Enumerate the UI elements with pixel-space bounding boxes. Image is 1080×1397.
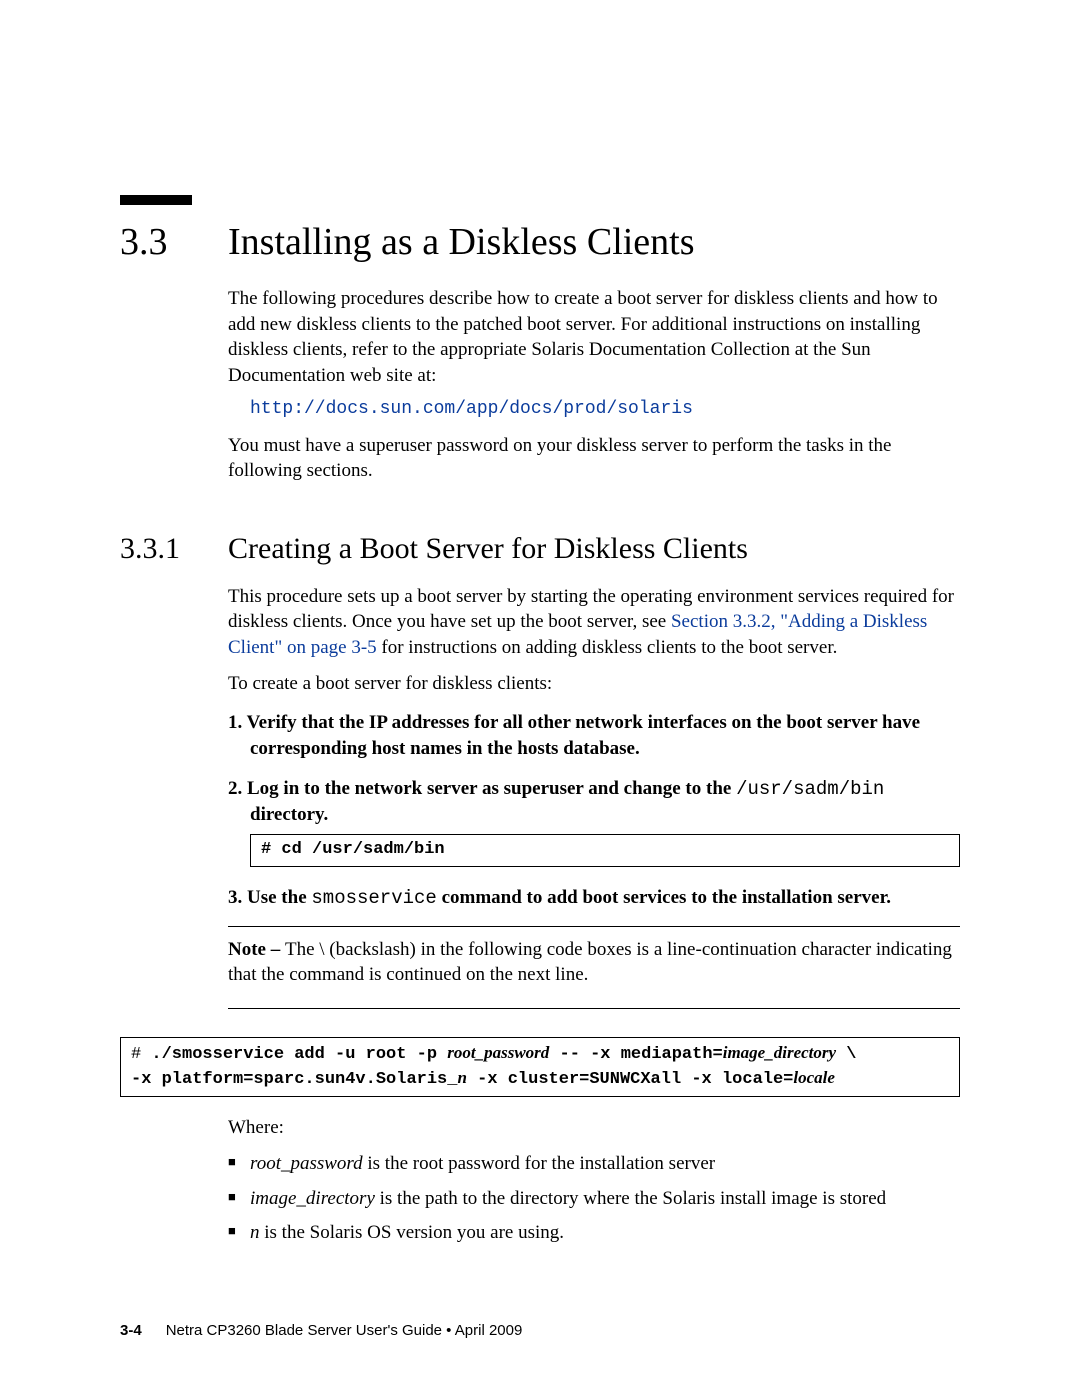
subsection-number: 3.3.1 xyxy=(120,532,228,566)
code2-var-locale: locale xyxy=(793,1068,835,1087)
section-heading: 3.3 Installing as a Diskless Clients xyxy=(120,220,960,264)
step-1-number: 1. xyxy=(228,712,242,733)
documentation-url-link[interactable]: http://docs.sun.com/app/docs/prod/solari… xyxy=(250,399,960,419)
footer-text: Netra CP3260 Blade Server User's Guide •… xyxy=(166,1322,523,1339)
code-box-smosservice: # ./smosservice add -u root -p root_pass… xyxy=(120,1037,960,1097)
subsection-title: Creating a Boot Server for Diskless Clie… xyxy=(228,532,748,566)
intro-paragraph-1: The following procedures describe how to… xyxy=(228,286,960,389)
code2-l1c: \ xyxy=(836,1045,856,1064)
code2-l2a: -x platform=sparc.sun4v.Solaris_ xyxy=(131,1070,457,1089)
note-label: Note – xyxy=(228,939,285,960)
intro-paragraph-2: You must have a superuser password on yo… xyxy=(228,433,960,484)
code2-var-rootpw: root_password xyxy=(447,1043,549,1062)
code2-var-n: n xyxy=(457,1068,466,1087)
where-list: root_password is the root password for t… xyxy=(228,1150,960,1248)
procedure-steps: 1. Verify that the IP addresses for all … xyxy=(228,710,960,911)
page-footer: 3-4 Netra CP3260 Blade Server User's Guid… xyxy=(120,1322,522,1339)
note-text: The \ (backslash) in the following code … xyxy=(228,939,952,986)
where-2-var: image_directory xyxy=(250,1188,375,1209)
code-prompt: # xyxy=(261,840,281,859)
step-3-number: 3. xyxy=(228,887,242,908)
procedure-lead: To create a boot server for diskless cli… xyxy=(228,671,960,697)
step-3-cmd: smosservice xyxy=(311,887,436,909)
where-1-var: root_password xyxy=(250,1153,363,1174)
where-1-text: is the root password for the installatio… xyxy=(363,1153,715,1174)
where-3-var: n xyxy=(250,1222,260,1243)
step-3: 3. Use the smosservice command to add bo… xyxy=(228,885,960,912)
note-block: Note – The \ (backslash) in the followin… xyxy=(228,926,960,1009)
step-1-text: Verify that the IP addresses for all oth… xyxy=(247,712,920,759)
code2-l1b: -- -x mediapath= xyxy=(549,1045,722,1064)
step-3-text-post: command to add boot services to the inst… xyxy=(437,887,891,908)
note-text-line: Note – The \ (backslash) in the followin… xyxy=(228,937,960,988)
section-body: The following procedures describe how to… xyxy=(228,286,960,484)
where-2-text: is the path to the directory where the S… xyxy=(375,1188,886,1209)
where-item-2: image_directory is the path to the direc… xyxy=(228,1185,960,1214)
where-3-text: is the Solaris OS version you are using. xyxy=(260,1222,565,1243)
code2-l1a: ./smosservice add -u root -p xyxy=(151,1045,447,1064)
where-label: Where: xyxy=(228,1115,960,1141)
code2-var-imgdir: image_directory xyxy=(723,1043,836,1062)
page-number: 3-4 xyxy=(120,1322,142,1339)
document-page: 3.3 Installing as a Diskless Clients The… xyxy=(0,0,1080,1397)
step-2: 2. Log in to the network server as super… xyxy=(228,776,960,867)
step-3-text-pre: Use the xyxy=(247,887,311,908)
subsection-paragraph-1: This procedure sets up a boot server by … xyxy=(228,584,960,661)
section-title: Installing as a Diskless Clients xyxy=(228,220,695,264)
subsection-body: This procedure sets up a boot server by … xyxy=(228,584,960,1248)
where-item-3: n is the Solaris OS version you are usin… xyxy=(228,1219,960,1248)
step-1: 1. Verify that the IP addresses for all … xyxy=(228,710,960,761)
code-box-cd: # cd /usr/sadm/bin xyxy=(250,834,960,867)
code2-l2b: -x cluster=SUNWCXall -x locale= xyxy=(467,1070,793,1089)
section-rule xyxy=(120,195,192,205)
where-item-1: root_password is the root password for t… xyxy=(228,1150,960,1179)
subsection-heading: 3.3.1 Creating a Boot Server for Diskles… xyxy=(120,532,960,566)
code-command: cd /usr/sadm/bin xyxy=(281,840,444,859)
step-2-number: 2. xyxy=(228,778,242,799)
code2-prompt: # xyxy=(131,1045,151,1064)
para1-post: for instructions on adding diskless clie… xyxy=(377,637,838,658)
step-2-text-pre: Log in to the network server as superuse… xyxy=(247,778,736,799)
section-number: 3.3 xyxy=(120,220,228,264)
step-2-text-post: directory. xyxy=(250,804,328,825)
step-2-path: /usr/sadm/bin xyxy=(736,778,884,800)
